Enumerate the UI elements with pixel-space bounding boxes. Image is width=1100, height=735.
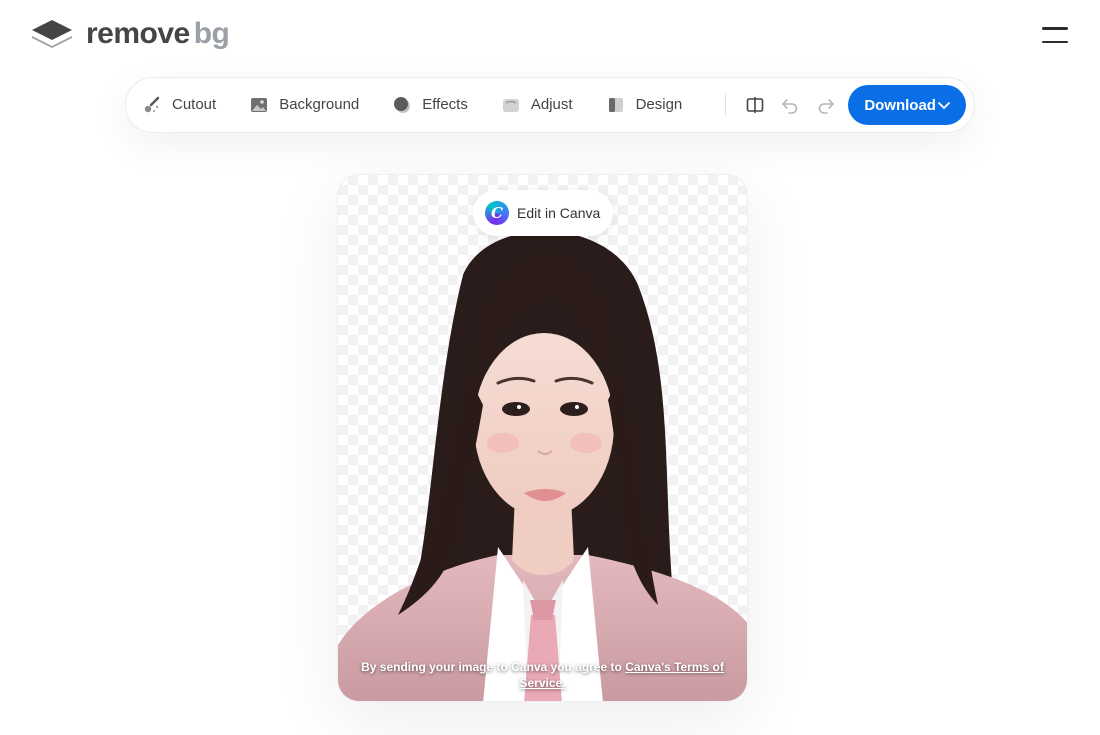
logo-primary-text: remove <box>86 17 190 50</box>
tool-label: Background <box>279 96 360 113</box>
tool-label: Cutout <box>172 96 217 113</box>
tool-cutout[interactable]: Cutout <box>142 85 232 125</box>
undo-button[interactable] <box>775 85 804 125</box>
hamburger-menu-icon[interactable] <box>1040 25 1070 45</box>
compare-button[interactable] <box>740 85 769 125</box>
canva-terms-notice: By sending your image to Canva you agree… <box>358 659 727 691</box>
brush-icon <box>144 96 160 113</box>
toolbar-divider <box>725 94 726 116</box>
redo-button[interactable] <box>811 85 840 125</box>
tool-label: Effects <box>422 96 468 113</box>
redo-icon <box>818 99 834 114</box>
image-preview-card: C Edit in Canva By sending your image to… <box>337 174 748 702</box>
compare-split-icon <box>746 97 764 113</box>
tool-label: Adjust <box>530 96 573 113</box>
layers-logo-icon <box>32 20 72 48</box>
canva-button-label: Edit in Canva <box>517 205 601 221</box>
canva-logo-icon: C <box>485 201 509 225</box>
download-button[interactable]: Download <box>848 85 966 125</box>
logo-secondary-text: bg <box>193 17 230 50</box>
terms-text: By sending your image to Canva you agree… <box>361 660 626 674</box>
undo-icon <box>782 99 798 114</box>
layout-icon <box>608 98 623 112</box>
adjust-icon <box>502 99 519 112</box>
tool-label: Design <box>635 96 683 113</box>
download-label: Download <box>864 96 936 114</box>
logo[interactable]: remove bg <box>30 16 230 52</box>
portrait-image <box>338 231 747 701</box>
image-icon <box>251 98 268 112</box>
tool-adjust[interactable]: Adjust <box>501 85 589 125</box>
effects-circle-icon <box>394 97 411 113</box>
menu-line <box>1042 27 1068 30</box>
tool-effects[interactable]: Effects <box>392 85 484 125</box>
logo-text: remove bg <box>86 16 230 52</box>
tool-design[interactable]: Design <box>606 85 699 125</box>
editor-toolbar: Cutout Background Effects Adjust Design <box>125 77 975 133</box>
menu-line <box>1042 40 1068 43</box>
chevron-down-icon <box>938 102 950 109</box>
edit-in-canva-button[interactable]: C Edit in Canva <box>473 190 613 236</box>
tool-background[interactable]: Background <box>249 85 375 125</box>
